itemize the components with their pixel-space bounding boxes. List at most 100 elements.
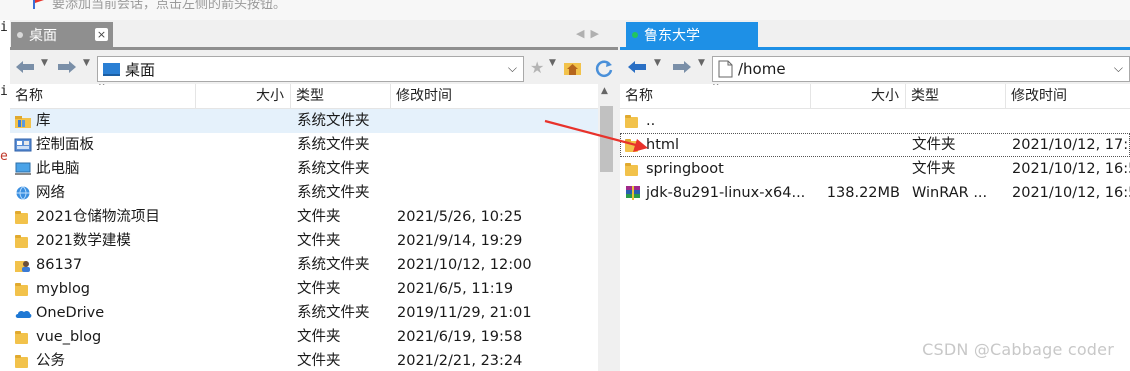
library-icon <box>14 113 32 129</box>
file-name: jdk-8u291-linux-x64... <box>646 185 806 201</box>
file-name-cell: vue_blog <box>10 325 196 349</box>
file-row[interactable]: springboot 文件夹 2021/10/12, 16:5 <box>620 157 1130 181</box>
column-modified[interactable]: 修改时间 <box>391 84 598 109</box>
file-row[interactable]: 此电脑 系统文件夹 <box>10 157 598 181</box>
chevron-down-icon[interactable]: ▼ <box>41 58 48 68</box>
back-arrow-icon <box>628 61 646 73</box>
file-row[interactable]: 库 系统文件夹 <box>10 109 598 133</box>
file-modified: 2021/6/19, 19:58 <box>397 329 523 345</box>
file-type <box>912 109 1006 133</box>
file-name: 2021数学建模 <box>36 233 131 249</box>
gutter-char: i <box>0 20 8 35</box>
file-type: 文件夹 <box>297 209 341 225</box>
tab-remote-session[interactable]: 鲁东大学 <box>626 22 758 48</box>
file-row[interactable]: jdk-8u291-linux-x64... 138.22MB WinRAR ...… <box>620 181 1130 205</box>
chevron-down-icon[interactable]: ▼ <box>654 58 661 68</box>
file-size <box>196 277 285 301</box>
control-panel-icon <box>14 137 32 153</box>
file-name-cell: 公务 <box>10 349 196 371</box>
file-name: 网络 <box>36 185 65 201</box>
chevron-down-icon[interactable]: ⌵ <box>1114 61 1123 76</box>
file-type: 系统文件夹 <box>297 305 370 321</box>
local-file-list[interactable]: 名称 ^ 大小 类型 修改时间 库系统文件夹 控制面板 系统文件夹 此电脑 系统文件夹网… <box>10 84 598 371</box>
file-type: 系统文件夹 <box>297 161 370 177</box>
connected-status-dot <box>632 32 638 38</box>
file-name-cell: myblog <box>10 277 196 301</box>
file-row[interactable]: 公务 文件夹 2021/2/21, 23:24 <box>10 349 598 371</box>
tab-scroll-arrows[interactable]: ◀▶ <box>576 27 605 40</box>
file-name: 此电脑 <box>36 161 80 177</box>
file-name: 控制面板 <box>36 137 94 153</box>
file-row[interactable]: 控制面板 系统文件夹 <box>10 133 598 157</box>
column-type[interactable]: 类型 <box>906 84 1006 109</box>
file-row[interactable]: vue_blog 文件夹 2021/6/19, 19:58 <box>10 325 598 349</box>
winrar-archive-icon <box>624 185 642 201</box>
file-type: 文件夹 <box>912 161 956 177</box>
path-combobox[interactable]: /home ⌵ <box>712 56 1130 82</box>
back-button[interactable] <box>626 58 648 76</box>
file-row[interactable]: 2021数学建模 文件夹 2021/9/14, 19:29 <box>10 229 598 253</box>
sort-ascending-icon: ^ <box>712 84 720 92</box>
column-modified[interactable]: 修改时间 <box>1006 84 1130 109</box>
forward-button[interactable] <box>56 58 78 76</box>
file-size <box>196 181 285 205</box>
file-size <box>196 109 285 133</box>
file-size <box>196 133 285 157</box>
close-icon[interactable]: × <box>95 28 108 41</box>
file-size <box>811 157 900 181</box>
chevron-down-icon[interactable]: ▼ <box>549 58 556 68</box>
chevron-down-icon[interactable]: ▼ <box>698 58 705 68</box>
chevron-down-icon[interactable]: ⌵ <box>508 61 517 76</box>
path-combobox[interactable]: 桌面 ⌵ <box>97 56 524 82</box>
column-size[interactable]: 大小 <box>196 84 291 109</box>
file-name: myblog <box>36 281 91 297</box>
file-size <box>196 325 285 349</box>
bookmark-star-icon[interactable]: ★ <box>530 58 544 77</box>
file-row[interactable]: 网络 系统文件夹 <box>10 181 598 205</box>
file-modified <box>397 181 598 205</box>
local-toolbar: ▼ ▼ 桌面 ⌵ ★ ▼ <box>10 52 620 84</box>
file-size <box>811 109 900 133</box>
sort-ascending-icon: ^ <box>98 84 106 92</box>
scroll-up-icon[interactable]: ▲ <box>601 86 608 96</box>
folder-icon <box>14 329 32 345</box>
forward-button[interactable] <box>671 58 693 76</box>
back-button[interactable] <box>14 58 36 76</box>
file-type: 文件夹 <box>297 281 341 297</box>
chevron-down-icon[interactable]: ▼ <box>83 58 90 68</box>
file-row[interactable]: 2021仓储物流项目 文件夹 2021/5/26, 10:25 <box>10 205 598 229</box>
tab-label: 鲁东大学 <box>644 28 700 44</box>
file-type: 文件夹 <box>297 353 341 369</box>
column-type[interactable]: 类型 <box>291 84 391 109</box>
file-size <box>196 301 285 325</box>
path-value: 桌面 <box>125 60 156 79</box>
home-folder-icon[interactable] <box>563 58 582 76</box>
tab-local-desktop[interactable]: 桌面 × <box>11 22 113 48</box>
file-size: 138.22MB <box>826 185 900 201</box>
file-row[interactable]: OneDrive 系统文件夹 2019/11/29, 21:01 <box>10 301 598 325</box>
file-name-cell: 2021数学建模 <box>10 229 196 253</box>
file-row[interactable]: .. <box>620 109 1130 133</box>
remote-file-list[interactable]: 名称 ^ 大小 类型 修改时间 .. html 文件夹 2021/10/12, 17:… <box>620 84 1130 371</box>
desktop-icon <box>103 62 120 76</box>
file-name-cell: OneDrive <box>10 301 196 325</box>
file-type: 系统文件夹 <box>297 185 370 201</box>
file-name: OneDrive <box>36 305 105 321</box>
file-name-cell: 控制面板 <box>10 133 196 157</box>
file-row[interactable]: html 文件夹 2021/10/12, 17:1 <box>620 133 1130 157</box>
file-modified: 2019/11/29, 21:01 <box>397 305 532 321</box>
gutter-char: e <box>0 149 8 164</box>
tab-underline <box>10 47 618 50</box>
file-size <box>196 229 285 253</box>
computer-icon <box>14 161 32 177</box>
file-row[interactable]: myblog 文件夹 2021/6/5, 11:19 <box>10 277 598 301</box>
file-type: 系统文件夹 <box>297 113 370 129</box>
file-type: 文件夹 <box>297 233 341 249</box>
winscp-window: 要添加当前会话，点击左侧的箭头按钮。 i i e 桌面 × ◀▶ ▼ ▼ 桌面 … <box>0 0 1130 371</box>
column-size[interactable]: 大小 <box>811 84 906 109</box>
file-name-cell: 86137 <box>10 253 196 277</box>
file-name-cell: 网络 <box>10 181 196 205</box>
folder-icon <box>14 353 32 369</box>
file-row[interactable]: 86137 系统文件夹 2021/10/12, 12:00 <box>10 253 598 277</box>
refresh-icon[interactable] <box>594 58 614 78</box>
